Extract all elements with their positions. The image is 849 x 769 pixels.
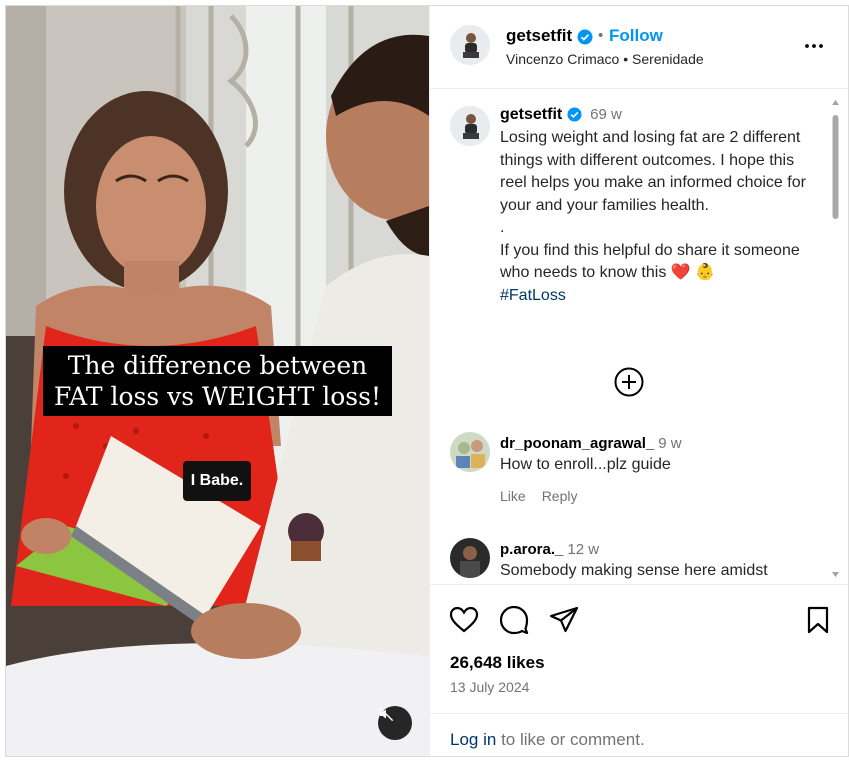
post-sidebar: getsetfit • Follow Vincenzo Crimaco • Se…: [429, 6, 848, 756]
comment-username[interactable]: dr_poonam_agrawal_: [500, 435, 654, 452]
caption-username[interactable]: getsetfit: [500, 106, 562, 123]
follow-button[interactable]: Follow: [609, 26, 663, 46]
separator-dot: •: [598, 27, 604, 44]
author-username-text[interactable]: getsetfit: [506, 26, 572, 45]
video-overlay-caption: The difference between FAT loss vs WEIGH…: [43, 346, 392, 416]
comment-item: p.arora._ 12 w Somebody making sense here…: [500, 541, 830, 580]
author-username[interactable]: getsetfit: [506, 26, 593, 46]
video-subtitle: I Babe.: [183, 461, 251, 501]
comment-actions: Like Reply: [500, 488, 830, 504]
scrollbar-thumb: [832, 115, 839, 219]
hashtag-link[interactable]: #FatLoss: [500, 287, 566, 304]
scroll-up-arrow-icon: [832, 100, 839, 105]
send-icon[interactable]: [548, 604, 580, 636]
reel-video[interactable]: The difference between FAT loss vs WEIGH…: [6, 6, 429, 756]
audio-credit[interactable]: Vincenzo Crimaco • Serenidade: [506, 51, 704, 67]
login-rest-text: to like or comment.: [501, 730, 645, 749]
caption-header: getsetfit 69 w: [500, 106, 622, 124]
caption-avatar[interactable]: [450, 106, 490, 146]
comment-text: How to enroll...plz guide: [500, 456, 671, 473]
post-actions: 26,648 likes 13 July 2024 Log in to like…: [430, 584, 848, 756]
caption-body: Losing weight and losing fat are 2 diffe…: [500, 129, 806, 281]
comments-scroll-area[interactable]: getsetfit 69 w Losing weight and losing …: [430, 89, 848, 584]
mute-button[interactable]: [378, 706, 412, 740]
commenter-avatar[interactable]: [450, 432, 490, 472]
avatar-image: [450, 106, 490, 146]
login-link[interactable]: Log in: [450, 730, 496, 749]
heart-icon[interactable]: [448, 604, 480, 636]
comment-reply-button[interactable]: Reply: [542, 488, 578, 504]
caption-time: 69 w: [590, 106, 622, 123]
post-header: getsetfit • Follow Vincenzo Crimaco • Se…: [430, 6, 848, 89]
avatar-image: [450, 25, 490, 65]
avatar-image: [450, 538, 490, 578]
post-embed: The difference between FAT loss vs WEIGH…: [5, 5, 849, 757]
commenter-avatar[interactable]: [450, 538, 490, 578]
speaker-muted-icon: [378, 706, 394, 722]
comment-icon[interactable]: [498, 604, 530, 636]
comment-time: 9 w: [658, 435, 682, 452]
bookmark-icon[interactable]: [802, 604, 834, 636]
plus-circle-icon[interactable]: [613, 366, 645, 398]
comment-username[interactable]: p.arora._: [500, 541, 563, 558]
likes-count[interactable]: 26,648 likes: [450, 653, 545, 673]
comment-item: dr_poonam_agrawal_ 9 w How to enroll...pl…: [500, 435, 830, 504]
post-date[interactable]: 13 July 2024: [450, 679, 529, 695]
caption-text: Losing weight and losing fat are 2 diffe…: [500, 127, 818, 307]
avatar-image: [450, 432, 490, 472]
comment-text: Somebody making sense here amidst: [500, 562, 768, 579]
comments-scrollbar[interactable]: [828, 89, 843, 584]
login-text: Log in to like or comment.: [450, 730, 645, 750]
author-avatar[interactable]: [450, 25, 490, 65]
comment-like-button[interactable]: Like: [500, 488, 526, 504]
scroll-down-arrow-icon: [832, 572, 839, 577]
login-prompt: Log in to like or comment.: [430, 713, 848, 756]
verified-badge-icon: [577, 29, 593, 45]
more-horizontal-icon[interactable]: [802, 34, 826, 58]
scrollbar-graphic: [832, 100, 839, 577]
comment-time: 12 w: [567, 541, 600, 558]
verified-badge-icon: [567, 107, 582, 122]
